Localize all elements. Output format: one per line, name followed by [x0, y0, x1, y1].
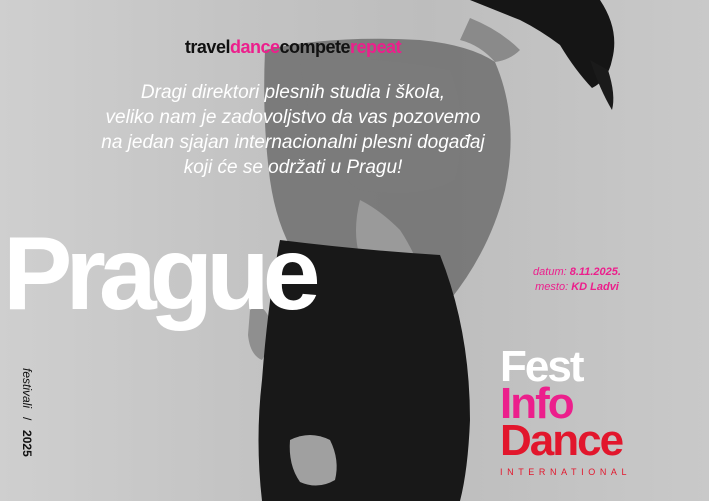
date-value: 8.11.2025. [569, 266, 621, 278]
vertical-caption: festivali / 2025 [12, 368, 34, 480]
tagline: traveldancecompeterepeat [0, 37, 586, 58]
invitation-text: Dragi direktori plesnih studia i škola, … [40, 80, 546, 180]
invitation-line: Dragi direktori plesnih studia i škola, [140, 82, 446, 103]
poster: traveldancecompeterepeat Dragi direktori… [0, 0, 709, 501]
tagline-dance: dance [229, 37, 280, 57]
place-label: mesto: [535, 281, 569, 293]
festinfodance-logo: Fest Info Dance INTERNATIONAL [500, 345, 680, 478]
date-label: datum: [533, 266, 567, 278]
vertical-separator: / [20, 417, 34, 421]
invitation-line: koji će se održati u Pragu! [183, 157, 403, 178]
place-value: KD Ladvi [571, 281, 619, 293]
vertical-year: 2025 [20, 430, 34, 457]
logo-dance: Dance [500, 416, 624, 465]
place-row: mesto: KD Ladvi [480, 280, 674, 295]
tagline-travel: travel [184, 37, 231, 57]
vertical-category: festivali [20, 368, 34, 409]
tagline-repeat: repeat [350, 37, 402, 57]
logo-subtitle: INTERNATIONAL [500, 467, 632, 477]
invitation-line: veliko nam je zadovoljstvo da vas pozove… [105, 107, 481, 128]
date-row: datum: 8.11.2025. [480, 265, 674, 280]
city-title: Prague [3, 216, 321, 332]
invitation-line: na jedan sjajan internacionalni plesni d… [101, 132, 485, 153]
tagline-compete: compete [279, 37, 351, 57]
event-details: datum: 8.11.2025. mesto: KD Ladvi [480, 265, 674, 295]
